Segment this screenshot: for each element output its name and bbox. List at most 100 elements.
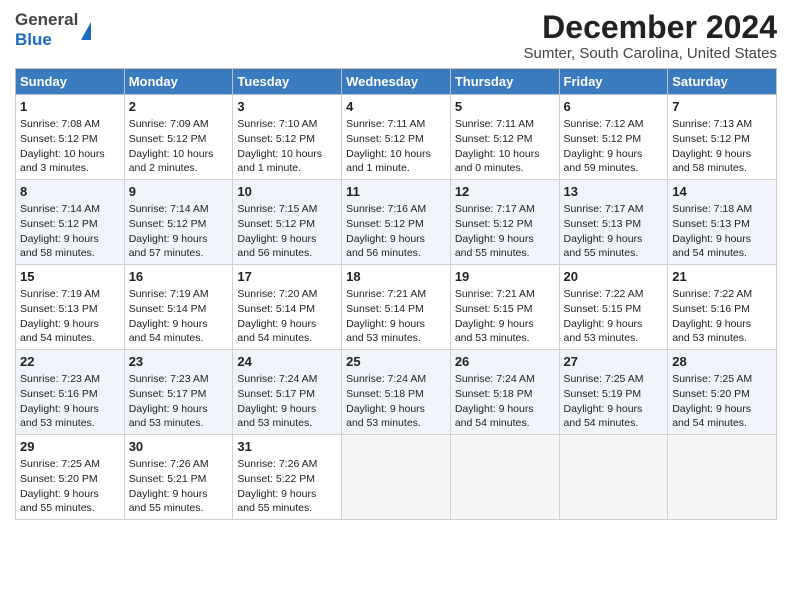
col-saturday: Saturday <box>668 69 777 95</box>
day-info-line: Sunset: 5:16 PM <box>672 302 772 317</box>
day-info-line: Sunset: 5:12 PM <box>672 132 772 147</box>
day-info-line: Sunrise: 7:13 AM <box>672 117 772 132</box>
day-number: 19 <box>455 268 555 286</box>
calendar-cell: 12Sunrise: 7:17 AMSunset: 5:12 PMDayligh… <box>450 180 559 265</box>
day-info-line: Sunset: 5:18 PM <box>346 387 446 402</box>
day-info-line: Sunset: 5:20 PM <box>20 472 120 487</box>
day-info-line: Sunset: 5:12 PM <box>20 132 120 147</box>
day-info-line: Sunrise: 7:09 AM <box>129 117 229 132</box>
calendar-week-1: 1Sunrise: 7:08 AMSunset: 5:12 PMDaylight… <box>16 95 777 180</box>
day-number: 2 <box>129 98 229 116</box>
calendar-cell: 27Sunrise: 7:25 AMSunset: 5:19 PMDayligh… <box>559 350 668 435</box>
day-number: 9 <box>129 183 229 201</box>
calendar-cell <box>668 434 777 519</box>
day-info-line: Sunrise: 7:14 AM <box>129 202 229 217</box>
day-number: 4 <box>346 98 446 116</box>
day-info-line: Daylight: 9 hours <box>672 317 772 332</box>
calendar-cell: 16Sunrise: 7:19 AMSunset: 5:14 PMDayligh… <box>124 265 233 350</box>
day-number: 25 <box>346 353 446 371</box>
day-info-line: Daylight: 9 hours <box>672 147 772 162</box>
day-info-line: Sunset: 5:20 PM <box>672 387 772 402</box>
day-info-line: Daylight: 9 hours <box>564 232 664 247</box>
day-info-line: Sunset: 5:14 PM <box>237 302 337 317</box>
page-title: December 2024 <box>524 10 777 45</box>
calendar-cell: 8Sunrise: 7:14 AMSunset: 5:12 PMDaylight… <box>16 180 125 265</box>
day-info-line: Daylight: 9 hours <box>129 402 229 417</box>
day-info-line: Daylight: 9 hours <box>564 147 664 162</box>
day-info-line: Sunrise: 7:23 AM <box>129 372 229 387</box>
calendar-cell <box>559 434 668 519</box>
day-number: 15 <box>20 268 120 286</box>
day-info-line: Sunrise: 7:24 AM <box>346 372 446 387</box>
day-info-line: Sunset: 5:13 PM <box>672 217 772 232</box>
day-info-line: and 56 minutes. <box>346 246 446 261</box>
day-info-line: Daylight: 10 hours <box>237 147 337 162</box>
logo-icon <box>81 22 91 40</box>
calendar-cell: 24Sunrise: 7:24 AMSunset: 5:17 PMDayligh… <box>233 350 342 435</box>
calendar-week-3: 15Sunrise: 7:19 AMSunset: 5:13 PMDayligh… <box>16 265 777 350</box>
day-info-line: Sunset: 5:12 PM <box>564 132 664 147</box>
calendar-cell <box>342 434 451 519</box>
day-info-line: and 54 minutes. <box>672 416 772 431</box>
day-info-line: Daylight: 9 hours <box>129 487 229 502</box>
day-number: 18 <box>346 268 446 286</box>
page-container: General Blue December 2024 Sumter, South… <box>0 0 792 530</box>
day-info-line: Daylight: 9 hours <box>564 317 664 332</box>
day-info-line: and 53 minutes. <box>20 416 120 431</box>
day-info-line: Sunset: 5:12 PM <box>237 217 337 232</box>
day-info-line: and 54 minutes. <box>20 331 120 346</box>
day-info-line: Sunrise: 7:21 AM <box>346 287 446 302</box>
calendar-cell: 20Sunrise: 7:22 AMSunset: 5:15 PMDayligh… <box>559 265 668 350</box>
day-info-line: Daylight: 9 hours <box>564 402 664 417</box>
calendar-cell: 2Sunrise: 7:09 AMSunset: 5:12 PMDaylight… <box>124 95 233 180</box>
day-info-line: Sunset: 5:14 PM <box>129 302 229 317</box>
day-info-line: Sunset: 5:12 PM <box>455 217 555 232</box>
day-info-line: Sunrise: 7:15 AM <box>237 202 337 217</box>
day-info-line: and 55 minutes. <box>20 501 120 516</box>
day-info-line: Daylight: 9 hours <box>237 487 337 502</box>
day-info-line: Daylight: 10 hours <box>20 147 120 162</box>
day-info-line: and 3 minutes. <box>20 161 120 176</box>
day-info-line: and 2 minutes. <box>129 161 229 176</box>
day-info-line: Daylight: 9 hours <box>346 402 446 417</box>
day-info-line: Daylight: 9 hours <box>346 232 446 247</box>
calendar-cell: 5Sunrise: 7:11 AMSunset: 5:12 PMDaylight… <box>450 95 559 180</box>
col-monday: Monday <box>124 69 233 95</box>
day-info-line: Sunset: 5:12 PM <box>20 217 120 232</box>
day-info-line: Sunrise: 7:17 AM <box>564 202 664 217</box>
day-info-line: Sunrise: 7:12 AM <box>564 117 664 132</box>
day-info-line: Sunrise: 7:25 AM <box>672 372 772 387</box>
day-info-line: Sunrise: 7:11 AM <box>346 117 446 132</box>
day-info-line: Daylight: 9 hours <box>20 487 120 502</box>
day-number: 21 <box>672 268 772 286</box>
day-info-line: Sunset: 5:17 PM <box>237 387 337 402</box>
day-info-line: and 55 minutes. <box>455 246 555 261</box>
col-tuesday: Tuesday <box>233 69 342 95</box>
calendar-cell: 7Sunrise: 7:13 AMSunset: 5:12 PMDaylight… <box>668 95 777 180</box>
day-info-line: Daylight: 9 hours <box>20 317 120 332</box>
day-info-line: and 55 minutes. <box>129 501 229 516</box>
day-number: 28 <box>672 353 772 371</box>
day-info-line: Sunset: 5:15 PM <box>455 302 555 317</box>
day-info-line: and 54 minutes. <box>237 331 337 346</box>
day-info-line: Daylight: 9 hours <box>20 402 120 417</box>
calendar-cell: 22Sunrise: 7:23 AMSunset: 5:16 PMDayligh… <box>16 350 125 435</box>
calendar-cell: 17Sunrise: 7:20 AMSunset: 5:14 PMDayligh… <box>233 265 342 350</box>
day-info-line: Daylight: 10 hours <box>129 147 229 162</box>
day-info-line: Sunrise: 7:22 AM <box>564 287 664 302</box>
calendar-cell: 11Sunrise: 7:16 AMSunset: 5:12 PMDayligh… <box>342 180 451 265</box>
calendar-cell: 29Sunrise: 7:25 AMSunset: 5:20 PMDayligh… <box>16 434 125 519</box>
day-info-line: Sunset: 5:16 PM <box>20 387 120 402</box>
calendar-cell: 14Sunrise: 7:18 AMSunset: 5:13 PMDayligh… <box>668 180 777 265</box>
day-info-line: and 53 minutes. <box>346 416 446 431</box>
logo-text: General Blue <box>15 10 78 50</box>
day-info-line: Sunrise: 7:26 AM <box>237 457 337 472</box>
logo-blue: Blue <box>15 30 78 50</box>
day-info-line: Sunset: 5:19 PM <box>564 387 664 402</box>
day-number: 23 <box>129 353 229 371</box>
calendar-cell: 3Sunrise: 7:10 AMSunset: 5:12 PMDaylight… <box>233 95 342 180</box>
day-number: 22 <box>20 353 120 371</box>
calendar-cell: 15Sunrise: 7:19 AMSunset: 5:13 PMDayligh… <box>16 265 125 350</box>
calendar-cell: 10Sunrise: 7:15 AMSunset: 5:12 PMDayligh… <box>233 180 342 265</box>
day-info-line: Sunrise: 7:11 AM <box>455 117 555 132</box>
